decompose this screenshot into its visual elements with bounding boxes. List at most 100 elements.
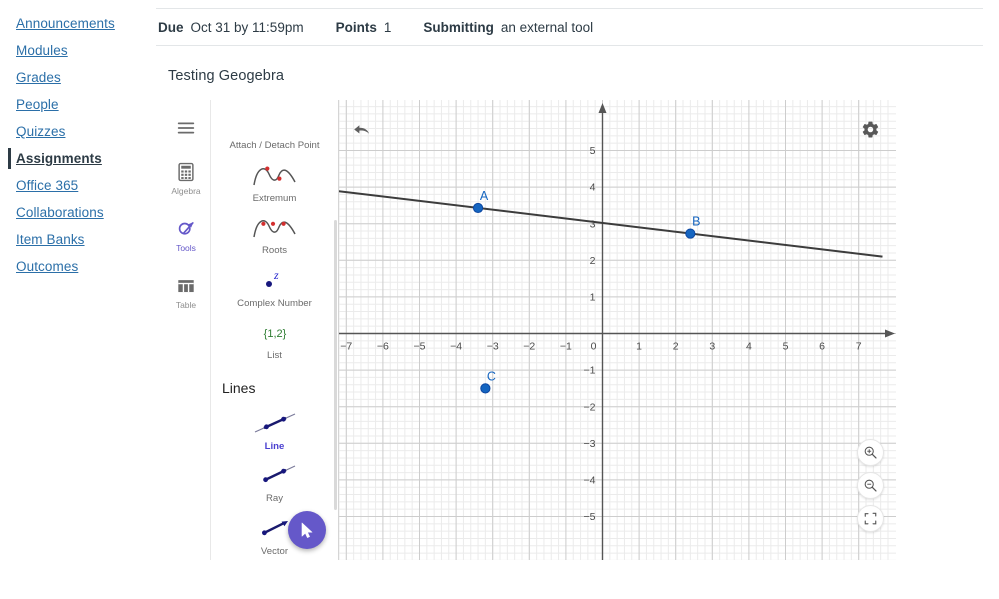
x-tick-label: −7 [340,341,352,353]
svg-text:z: z [273,268,279,282]
geogebra-tool-panel[interactable]: Attach / Detach Point Extremum Roots z Compl… [210,100,338,560]
zoom-out-icon [864,479,877,492]
geogebra-graphics-view[interactable]: −7 −6 −5 −4 −3 −2 −1 0 1 2 3 4 5 6 7 5 4 3 2 1 −1 −2 −3 −4 −5 A B C [338,100,896,560]
meta-key: Points [335,19,377,35]
meta-value: Oct 31 by 11:59pm [190,19,304,35]
tool-item-line[interactable]: Line [211,406,338,459]
tool-item-attach-detach-point[interactable]: Attach / Detach Point [211,105,338,158]
sidebar-item-people[interactable]: People [0,91,156,118]
tool-caption: Line [264,440,285,452]
move-tool-fab[interactable] [288,511,326,549]
tools-icon [178,222,194,235]
x-tick-label: −2 [523,341,535,353]
tool-caption: Attach / Detach Point [229,140,320,151]
gear-icon [862,121,878,137]
settings-button[interactable] [858,117,882,141]
sidebar-item-label: Item Banks [16,232,85,247]
sidebar-item-item-banks[interactable]: Item Banks [0,226,156,253]
point-label-A: A [480,189,489,203]
hamburger-icon [177,122,195,134]
y-tick-label: −2 [584,401,596,413]
sidebar-item-assignments[interactable]: Assignments [0,145,156,172]
assignment-meta-due: Due Oct 31 by 11:59pm [158,20,304,35]
rail-button-label: Tools [176,243,196,253]
zoom-controls [857,439,884,538]
sidebar-item-label: People [16,97,59,112]
tool-glyph: z [255,265,295,295]
data-point-B[interactable] [685,228,696,239]
x-tick-label: 6 [819,341,825,353]
main-content: Due Oct 31 by 11:59pm Points 1 Submitting an … [156,0,999,599]
x-tick-label: 1 [636,341,642,353]
meta-value: an external tool [500,19,594,35]
y-tick-label: 5 [590,145,596,157]
assignment-meta-bar: Due Oct 31 by 11:59pm Points 1 Submitting an … [156,8,983,46]
geogebra-applet: Algebra Tools Table Attach / Detach Point E… [162,100,907,560]
geogebra-icon-rail: Algebra Tools Table [162,100,210,560]
tool-glyph [252,460,298,490]
tool-panel-scrollbar[interactable] [334,220,337,510]
rail-button-table[interactable]: Table [162,275,210,310]
sidebar-item-announcements[interactable]: Announcements [0,10,156,37]
x-tick-label: −4 [450,341,462,353]
x-tick-label: 0 [591,341,597,353]
zoom-in-button[interactable] [857,439,884,466]
zoom-in-icon [864,446,877,459]
tool-caption: Roots [261,245,288,256]
complex-number-icon: z [265,268,279,287]
sidebar-item-label: Assignments [16,151,102,166]
roots-icon [252,220,296,238]
x-tick-label: 5 [783,341,789,353]
fullscreen-icon [864,512,877,525]
tool-item-roots[interactable]: Roots [211,210,338,263]
x-tick-label: 2 [673,341,679,353]
point-label-C: C [487,369,496,383]
fullscreen-button[interactable] [857,505,884,532]
tool-item-ray[interactable]: Ray [211,458,338,511]
meta-key: Submitting [423,19,494,35]
y-tick-label: −5 [584,511,596,523]
y-tick-label: 4 [590,182,596,194]
sidebar-item-collaborations[interactable]: Collaborations [0,199,156,226]
rail-button-menu[interactable] [162,117,210,139]
y-tick-label: −1 [584,365,596,377]
tool-item-complex-number[interactable]: z Complex Number [211,263,338,316]
sidebar-item-label: Quizzes [16,124,66,139]
tool-caption: Complex Number [237,297,312,309]
sidebar-item-outcomes[interactable]: Outcomes [0,253,156,280]
tool-caption: Vector [260,545,289,557]
coordinate-plane[interactable]: −7 −6 −5 −4 −3 −2 −1 0 1 2 3 4 5 6 7 5 4 3 2 1 −1 −2 −3 −4 −5 A B C [339,100,896,560]
tool-item-list[interactable]: {1,2} List [211,315,338,368]
x-tick-label: −5 [414,341,426,353]
canvas-lms-assignment-page: Announcements Modules Grades People Quizzes A… [0,0,999,599]
assignment-title: Testing Geogebra [168,68,285,84]
ray-icon [262,465,295,483]
sidebar-item-office-365[interactable]: Office 365 [0,172,156,199]
data-line-line_AB[interactable] [339,190,883,258]
undo-button[interactable] [348,118,374,142]
tool-caption: Ray [265,493,284,504]
attach-detach-point-icon [274,122,275,123]
rail-button-label: Table [175,300,197,310]
sidebar-item-modules[interactable]: Modules [0,37,156,64]
assignment-meta-points: Points 1 [336,20,392,35]
rail-button-tools[interactable]: Tools [162,218,210,253]
y-tick-label: −3 [584,438,596,450]
tool-section-heading: Lines [222,379,256,396]
y-tick-label: 1 [590,292,596,304]
point-label-B: B [692,215,700,229]
extremum-icon [252,166,296,185]
rail-button-algebra[interactable]: Algebra [162,161,210,196]
sidebar-item-label: Grades [16,70,61,85]
meta-key: Due [158,19,184,35]
sidebar-item-grades[interactable]: Grades [0,64,156,91]
tool-item-extremum[interactable]: Extremum [211,158,338,211]
x-tick-label: −6 [377,341,389,353]
tool-caption: Extremum [252,192,297,204]
sidebar-item-label: Modules [16,43,68,58]
svg-text:{1,2}: {1,2} [263,328,286,340]
data-point-A[interactable] [472,202,484,214]
zoom-out-button[interactable] [857,472,884,499]
data-point-C[interactable] [480,383,491,394]
sidebar-item-quizzes[interactable]: Quizzes [0,118,156,145]
